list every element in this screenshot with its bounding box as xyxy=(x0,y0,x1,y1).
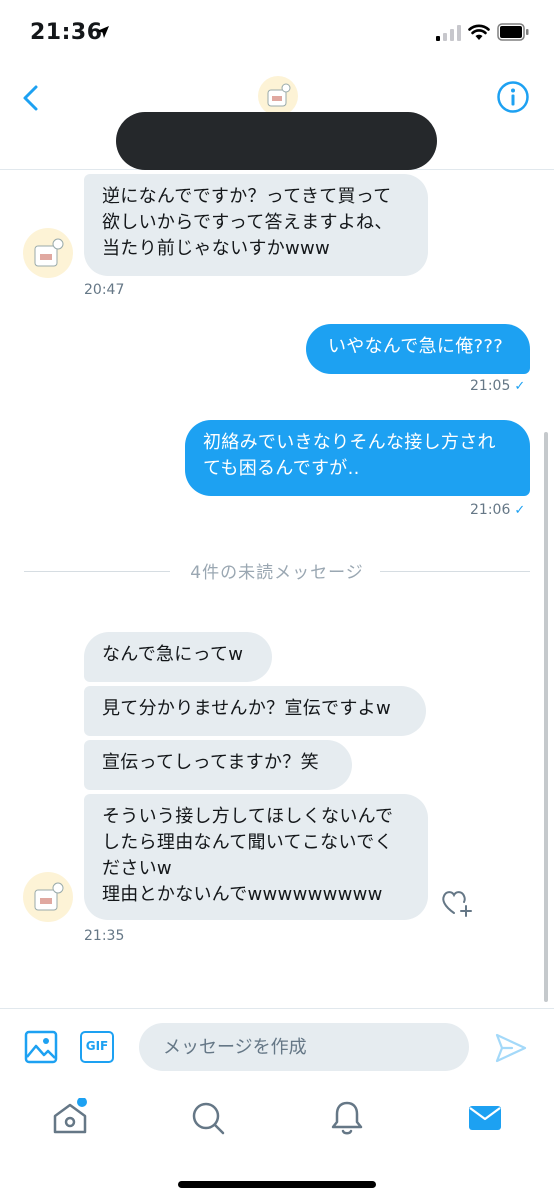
mail-icon[interactable] xyxy=(465,1098,505,1138)
bell-icon[interactable] xyxy=(327,1098,367,1138)
send-icon[interactable] xyxy=(494,1031,528,1065)
unread-divider: 4件の未読メッセージ xyxy=(24,558,530,584)
tab-bar xyxy=(0,1088,554,1200)
cellular-signal-icon xyxy=(436,25,461,41)
wifi-icon xyxy=(468,24,490,40)
unread-label: 4件の未読メッセージ xyxy=(178,563,376,583)
redacted-contact-name xyxy=(116,112,437,170)
message-timestamp: 21:06 ✓ xyxy=(470,502,525,518)
conversation-header xyxy=(0,66,554,170)
received-message[interactable]: 宣伝ってしってますか？笑 xyxy=(84,740,352,790)
received-message[interactable]: そういう接し方してほしくないんで したら理由なんて聞いてこないでく ださいw 理… xyxy=(84,794,428,920)
notification-dot xyxy=(77,1098,87,1107)
info-icon[interactable] xyxy=(496,80,530,114)
message-composer: GIF xyxy=(0,1008,554,1088)
delivered-check-icon: ✓ xyxy=(514,379,526,394)
status-bar: 21:36 xyxy=(0,0,554,66)
message-input[interactable] xyxy=(139,1023,469,1071)
scrollbar[interactable] xyxy=(544,432,548,1002)
avatar-illustration xyxy=(34,882,64,911)
home-indicator xyxy=(178,1181,376,1188)
sender-avatar[interactable] xyxy=(23,228,73,278)
heart-plus-icon[interactable] xyxy=(440,886,474,920)
message-timestamp: 20:47 xyxy=(84,282,125,298)
sent-message[interactable]: いやなんで急に俺??? xyxy=(306,324,530,374)
back-icon[interactable] xyxy=(14,80,48,116)
timestamp-text: 21:06 xyxy=(470,502,511,518)
message-timestamp: 21:05 ✓ xyxy=(470,378,525,394)
received-message[interactable]: 見て分かりませんか？宣伝ですよw xyxy=(84,686,426,736)
timestamp-text: 21:05 xyxy=(470,378,511,394)
home-icon[interactable] xyxy=(50,1098,90,1138)
image-icon[interactable] xyxy=(24,1030,58,1064)
message-timestamp: 21:35 xyxy=(84,928,125,944)
avatar-illustration xyxy=(34,238,64,267)
received-message[interactable]: なんで急にってw xyxy=(84,632,272,682)
location-arrow-icon xyxy=(97,26,109,38)
status-time: 21:36 xyxy=(30,20,103,45)
gif-button[interactable]: GIF xyxy=(80,1031,114,1063)
search-icon[interactable] xyxy=(188,1098,228,1138)
received-message[interactable]: 逆になんでですか？ってきて買って 欲しいからですって答えますよね、 当たり前じゃ… xyxy=(84,174,428,276)
delivered-check-icon: ✓ xyxy=(514,503,526,518)
battery-icon xyxy=(497,23,529,41)
sent-message[interactable]: 初絡みでいきなりそんな接し方され ても困るんですが.. xyxy=(185,420,530,496)
contact-avatar[interactable] xyxy=(258,76,298,116)
avatar-illustration xyxy=(267,83,291,107)
sender-avatar[interactable] xyxy=(23,872,73,922)
